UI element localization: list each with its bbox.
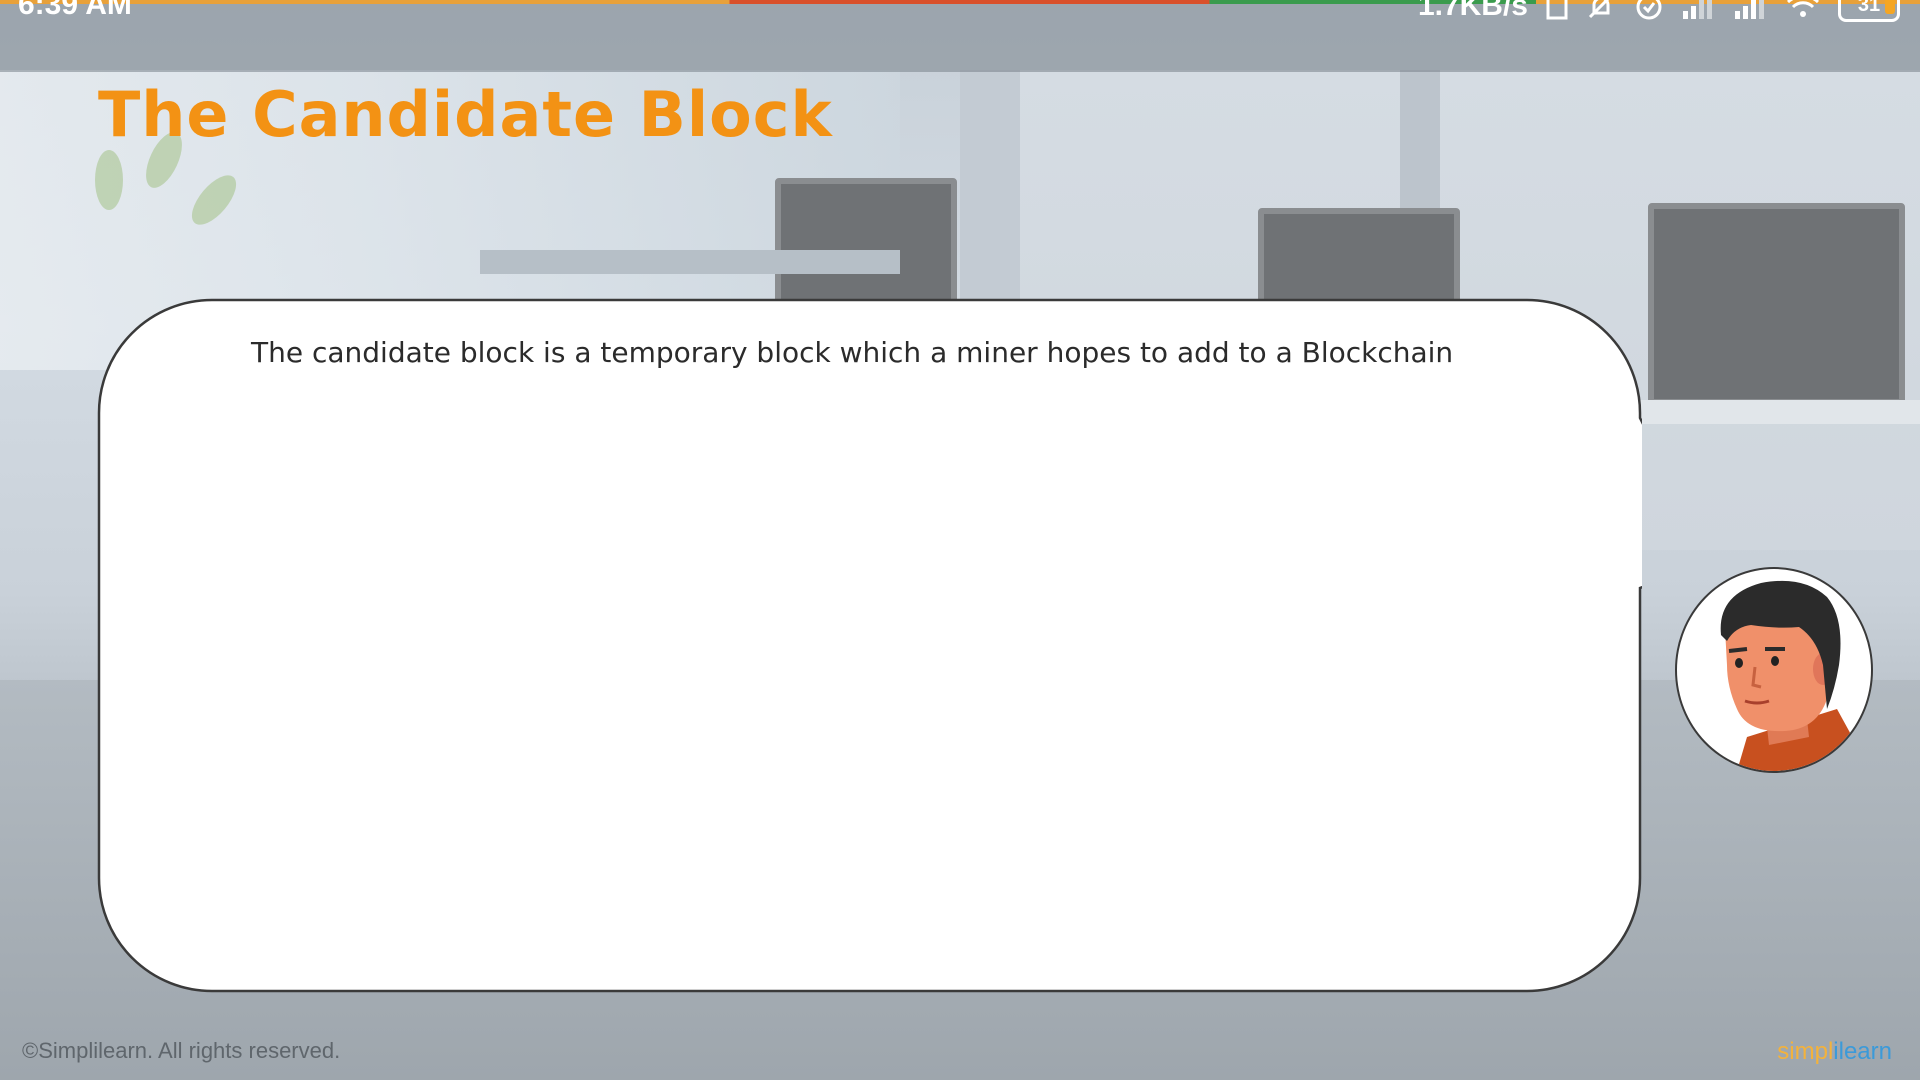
slide-title: The Candidate Block [98, 78, 833, 151]
background-desk [1620, 400, 1920, 424]
logo-part-2: ilearn [1833, 1038, 1892, 1065]
logo-part-1: simpl [1777, 1038, 1834, 1065]
signal-icon [1734, 0, 1768, 19]
wifi-icon [1786, 0, 1820, 19]
status-time: 6:39 AM [18, 0, 132, 21]
presenter-avatar-icon [1675, 567, 1873, 773]
speech-bubble: The candidate block is a temporary block… [97, 298, 1642, 993]
speech-bubble-shape [97, 298, 1642, 993]
background-plant [95, 150, 123, 210]
background-desk [480, 250, 900, 274]
background-monitor [1648, 203, 1905, 405]
battery-charge-indicator [1885, 0, 1895, 14]
battery-level: 31 [1857, 0, 1881, 16]
simplilearn-logo: simplilearn [1777, 1038, 1892, 1066]
video-frame: 6:39 AM 1.7KB/s 31 The Candidate Block T… [0, 0, 1920, 1080]
muted-notification-icon [1586, 0, 1616, 21]
speech-bubble-text: The candidate block is a temporary block… [251, 336, 1454, 369]
alarm-icon [1634, 0, 1664, 21]
network-speed: 1.7KB/s [1417, 0, 1528, 22]
status-icons: 1.7KB/s 31 [1418, 0, 1900, 24]
status-bar: 6:39 AM 1.7KB/s 31 [0, 0, 1920, 72]
signal-icon [1682, 0, 1716, 19]
footer-copyright: ©Simplilearn. All rights reserved. [22, 1038, 341, 1063]
battery-icon: 31 [1838, 0, 1900, 22]
sim-card-icon [1546, 0, 1568, 20]
